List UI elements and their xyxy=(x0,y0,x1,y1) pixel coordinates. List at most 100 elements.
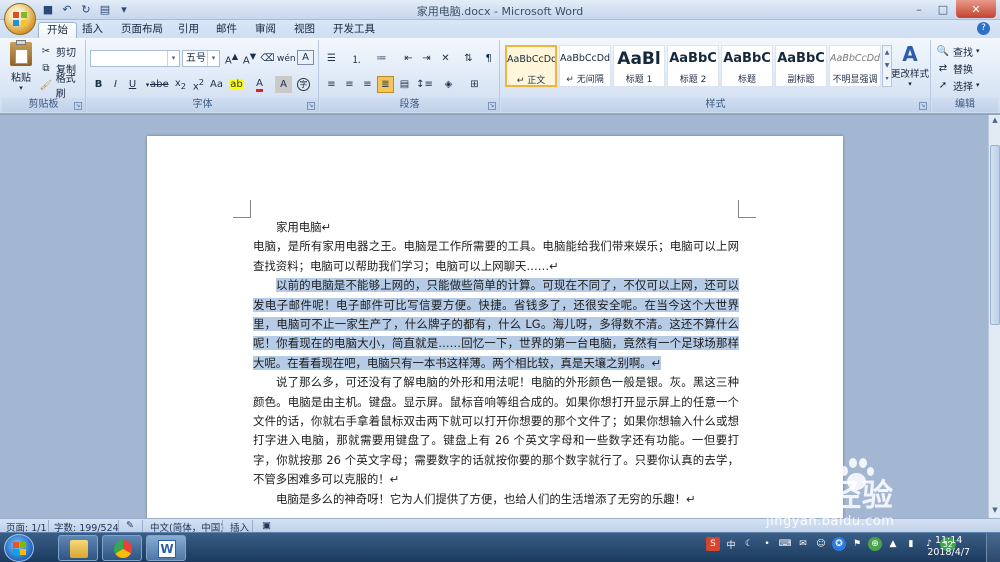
shield-icon[interactable]: ✪ xyxy=(832,537,846,551)
tab-references[interactable]: 引用 xyxy=(170,22,207,38)
system-tray: S 中 ☾ • ⌨ ✉ ☺ ✪ ⚑ ⊕ ▲ ▮ ♪ 32 xyxy=(706,537,956,551)
macro-record-icon[interactable]: ▣ xyxy=(262,520,271,531)
format-painter-button[interactable]: 🖌 格式刷 xyxy=(39,74,85,100)
tab-mailings[interactable]: 邮件 xyxy=(208,22,245,38)
font-name-dropdown-icon[interactable]: ▾ xyxy=(167,51,179,66)
tab-page-layout[interactable]: 页面布局 xyxy=(113,22,171,38)
tab-insert[interactable]: 插入 xyxy=(74,22,111,38)
style-name: ↵ 正文 xyxy=(516,76,546,86)
start-button[interactable] xyxy=(4,534,34,562)
find-button[interactable]: 🔍 查找 ▾ xyxy=(936,43,980,59)
justify-button[interactable]: ≣ xyxy=(377,76,394,93)
network-icon[interactable]: ▮ xyxy=(904,537,918,551)
office-button[interactable] xyxy=(4,3,36,35)
font-group-label: 字体 xyxy=(87,98,318,112)
document-page[interactable]: 家用电脑↵ 电脑，是所有家用电器之王。电脑是工作所需要的工具。电脑能给我们带来娱… xyxy=(147,136,843,518)
user-icon[interactable]: ☺ xyxy=(814,537,828,551)
line-spacing-button[interactable]: ↕≡ xyxy=(416,76,433,93)
style-heading-1[interactable]: AaBl 标题 1 xyxy=(613,45,665,87)
subscript-button[interactable]: x2 xyxy=(172,76,189,93)
bullets-button[interactable]: ☰ xyxy=(323,50,340,67)
taskbar-word[interactable]: W xyxy=(146,535,186,561)
style-heading-2[interactable]: AaBbC 标题 2 xyxy=(667,45,719,87)
style-title[interactable]: AaBbC 标题 xyxy=(721,45,773,87)
dot-icon[interactable]: • xyxy=(760,537,774,551)
chinese-layout-button[interactable]: ✕ xyxy=(437,50,454,67)
borders-icon: ⊞ xyxy=(470,79,479,90)
minimize-button[interactable]: – xyxy=(908,0,930,18)
chat-icon[interactable]: ✉ xyxy=(796,537,810,551)
tab-view[interactable]: 视图 xyxy=(286,22,323,38)
close-button[interactable]: ✕ xyxy=(956,0,996,18)
keyboard-icon[interactable]: ⌨ xyxy=(778,537,792,551)
cut-button[interactable]: ✂ 剪切 xyxy=(39,43,76,59)
document-body[interactable]: 家用电脑↵ 电脑，是所有家用电器之王。电脑是工作所需要的工具。电脑能给我们带来娱… xyxy=(253,218,739,509)
strikethrough-button[interactable]: abe xyxy=(150,76,169,93)
change-styles-button[interactable]: A 更改样式 ▾ xyxy=(891,42,929,88)
font-color-button[interactable]: A xyxy=(251,76,268,93)
shading-button[interactable]: ◈ xyxy=(440,76,457,93)
font-size-dropdown-icon[interactable]: ▾ xyxy=(207,51,219,66)
taskbar-explorer[interactable] xyxy=(58,535,98,561)
proofing-icon[interactable]: ✎ xyxy=(126,520,134,531)
decrease-indent-button[interactable]: ⇤ xyxy=(400,50,417,67)
help-icon[interactable]: ? xyxy=(977,22,990,35)
tab-home[interactable]: 开始 xyxy=(38,22,77,38)
bold-button[interactable]: B xyxy=(90,76,107,93)
style-subtle-emphasis[interactable]: AaBbCcDd 不明显强调 xyxy=(829,45,881,87)
show-marks-button[interactable]: ¶ xyxy=(480,50,497,67)
highlight-button[interactable]: ab xyxy=(228,76,245,93)
status-bar: 页面: 1/1 字数: 199/524 ✎ 中文(简体，中国) 插入 ▣ xyxy=(0,518,1000,534)
numbering-button[interactable]: ⒈ xyxy=(348,50,365,67)
increase-indent-button[interactable]: ⇥ xyxy=(418,50,435,67)
tray-app-icon[interactable]: S xyxy=(706,537,720,551)
subscript-icon: x2 xyxy=(174,78,187,91)
grow-font-button[interactable]: A▲ xyxy=(223,50,240,67)
vertical-scrollbar[interactable]: ▲ ▼ xyxy=(988,115,1000,518)
style-normal[interactable]: AaBbCcDd ↵ 正文 xyxy=(505,45,557,87)
flag-icon[interactable]: ⚑ xyxy=(850,537,864,551)
tab-developer[interactable]: 开发工具 xyxy=(325,22,383,38)
ime-indicator[interactable]: 中 xyxy=(724,537,738,551)
font-size-combo[interactable]: 五号 ▾ xyxy=(182,50,220,67)
show-desktop-button[interactable] xyxy=(986,533,1000,562)
distributed-button[interactable]: ▤ xyxy=(396,76,413,93)
maximize-button[interactable]: □ xyxy=(932,0,954,18)
style-no-spacing[interactable]: AaBbCcDd ↵ 无间隔 xyxy=(559,45,611,87)
scroll-down-icon[interactable]: ▼ xyxy=(990,506,1000,516)
security-icon[interactable]: ⊕ xyxy=(868,537,882,551)
scrollbar-thumb[interactable] xyxy=(990,145,1000,325)
borders-button[interactable]: ⊞ xyxy=(466,76,483,93)
font-dialog-launcher-icon[interactable]: ↘ xyxy=(307,102,315,110)
taskbar-clock[interactable]: 11:14 2018/4/7 xyxy=(927,535,970,559)
align-center-button[interactable]: ≡ xyxy=(341,76,358,93)
paragraph-dialog-launcher-icon[interactable]: ↘ xyxy=(488,102,496,110)
arrow-up-icon[interactable]: ▲ xyxy=(886,537,900,551)
change-case-button[interactable]: Aa xyxy=(208,76,225,93)
select-button[interactable]: ➚ 选择 ▾ xyxy=(936,77,980,93)
taskbar-browser[interactable] xyxy=(102,535,142,561)
enclose-characters-button[interactable]: 字 xyxy=(295,76,312,93)
multilevel-list-button[interactable]: ≔ xyxy=(373,50,390,67)
character-border-button[interactable]: A xyxy=(297,50,314,65)
styles-dialog-launcher-icon[interactable]: ↘ xyxy=(919,102,927,110)
replace-button[interactable]: ⇄ 替换 xyxy=(936,60,973,76)
clear-format-button[interactable]: ⌫ xyxy=(259,50,276,67)
italic-button[interactable]: I xyxy=(107,76,124,93)
moon-icon[interactable]: ☾ xyxy=(742,537,756,551)
paste-button[interactable]: 粘贴 ▾ xyxy=(6,40,36,92)
align-right-button[interactable]: ≡ xyxy=(359,76,376,93)
tab-review[interactable]: 审阅 xyxy=(247,22,284,38)
clipboard-dialog-launcher-icon[interactable]: ↘ xyxy=(74,102,82,110)
align-left-button[interactable]: ≡ xyxy=(323,76,340,93)
style-name: 标题 1 xyxy=(625,75,653,85)
scroll-up-icon[interactable]: ▲ xyxy=(990,116,1000,126)
phonetic-guide-button[interactable]: wén xyxy=(277,50,296,67)
increase-indent-icon: ⇥ xyxy=(422,53,431,64)
shrink-font-button[interactable]: A▼ xyxy=(241,50,258,67)
character-shading-button[interactable]: A xyxy=(275,76,292,93)
font-name-combo[interactable]: ▾ xyxy=(90,50,180,67)
superscript-button[interactable]: x2 xyxy=(190,76,207,93)
style-subtitle[interactable]: AaBbC 副标题 xyxy=(775,45,827,87)
sort-button[interactable]: ⇅ xyxy=(460,50,477,67)
